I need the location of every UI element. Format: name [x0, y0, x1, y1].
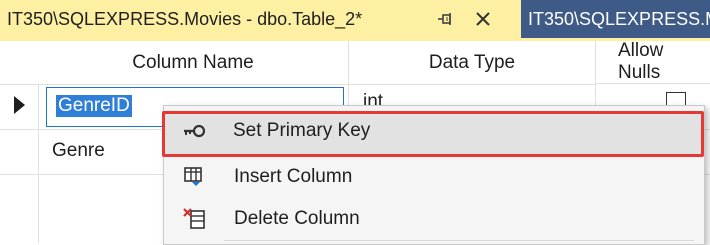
document-tab-strip: IT350\SQLEXPRESS.Movies - dbo.Table_2* I…	[0, 0, 710, 38]
tab-table-inactive[interactable]: IT350\SQLEXPRESS.Movies	[521, 0, 710, 38]
data-type-header[interactable]: Data Type	[349, 41, 596, 85]
menu-separator	[224, 240, 694, 241]
row-selector[interactable]	[0, 85, 39, 129]
tab-title: IT350\SQLEXPRESS.Movies - dbo.Table_2*	[7, 8, 363, 29]
menu-item-set-primary-key-overlay[interactable]: Set Primary Key	[163, 111, 693, 151]
column-name-header[interactable]: Column Name	[38, 41, 349, 85]
menu-item-insert-column[interactable]: Insert Column	[164, 156, 704, 198]
column-name-value: GenreID	[56, 95, 132, 117]
row-selector-header	[0, 41, 39, 85]
tab-title: IT350\SQLEXPRESS.Movies	[528, 8, 710, 29]
key-icon	[181, 119, 207, 143]
allow-nulls-header[interactable]: Allow Nulls	[596, 40, 710, 84]
pin-icon[interactable]	[436, 9, 456, 29]
menu-item-label: Set Primary Key	[233, 120, 371, 141]
row-selector[interactable]	[0, 175, 39, 243]
column-name-value: Genre	[52, 140, 105, 161]
menu-item-label: Delete Column	[234, 208, 360, 229]
menu-item-delete-column[interactable]: Delete Column	[164, 198, 704, 240]
insert-column-icon	[182, 165, 208, 189]
row-selector[interactable]	[0, 130, 39, 174]
tab-table-designer-active[interactable]: IT350\SQLEXPRESS.Movies - dbo.Table_2*	[0, 0, 521, 38]
close-icon[interactable]	[472, 8, 494, 30]
delete-column-icon	[182, 207, 208, 231]
menu-item-label: Insert Column	[234, 166, 353, 187]
current-row-arrow-icon	[14, 96, 25, 114]
